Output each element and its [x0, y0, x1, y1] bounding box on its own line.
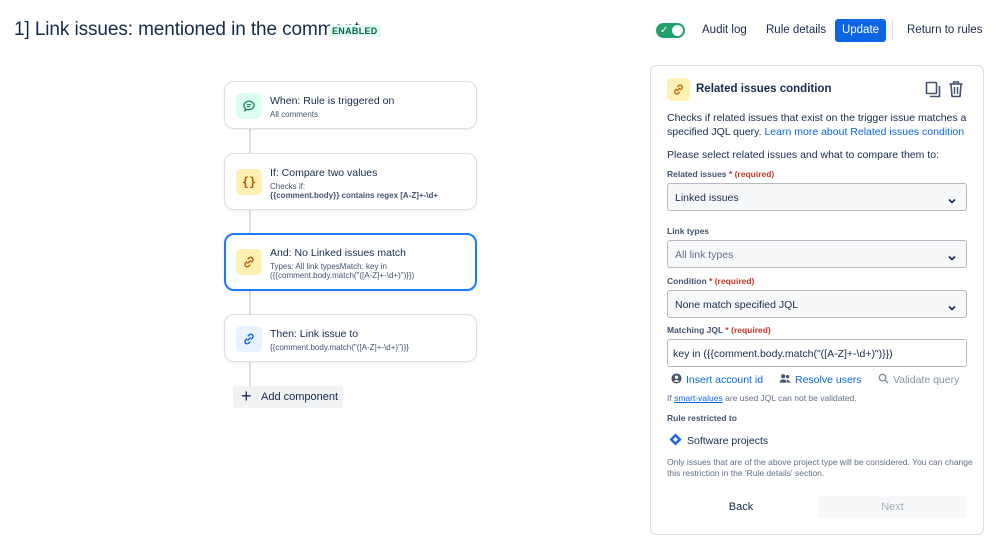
- page-title: 1] Link issues: mentioned in the comment: [14, 19, 360, 40]
- smart-values-note: If smart-values are used JQL can not be …: [667, 393, 857, 403]
- related-issues-label-text: Related issues: [667, 169, 727, 179]
- matching-jql-label-text: Matching JQL: [667, 325, 724, 335]
- action-subtitle: {{comment.body.match("([A-Z]+-\d+)")}}: [270, 343, 409, 352]
- and-condition-card[interactable]: And: No Linked issues match Types: All l…: [224, 233, 477, 291]
- smart-values-link[interactable]: smart-values: [674, 393, 723, 403]
- link-icon: [236, 249, 262, 275]
- comment-icon: [236, 93, 262, 119]
- related-issues-label: Related issues * (required): [667, 169, 774, 179]
- insert-account-id-label: Insert account id: [686, 374, 764, 386]
- link-icon: [236, 326, 262, 352]
- trigger-subtitle: All comments: [270, 110, 319, 119]
- required-text: (required): [714, 276, 755, 286]
- restriction-note: Only issues that are of the above projec…: [667, 457, 973, 478]
- user-icon: [671, 373, 682, 387]
- trigger-card[interactable]: When: Rule is triggered on All comments: [224, 81, 477, 129]
- chevron-down-icon: [947, 250, 957, 268]
- chevron-down-icon: [947, 193, 957, 211]
- project-type: Software projects: [669, 433, 768, 449]
- trash-icon[interactable]: [948, 80, 964, 103]
- search-icon: [878, 373, 889, 387]
- resolve-users-button[interactable]: Resolve users: [779, 373, 862, 387]
- condition-card[interactable]: {} If: Compare two values Checks if: {{c…: [224, 153, 477, 210]
- panel-description: Checks if related issues that exist on t…: [667, 111, 973, 139]
- panel-title: Related issues condition: [696, 83, 832, 95]
- link-types-label: Link types: [667, 226, 710, 236]
- resolve-users-label: Resolve users: [795, 374, 862, 386]
- validate-query-button[interactable]: Validate query: [878, 373, 959, 387]
- and-condition-subtitle-line2: ({{comment.body.match("([A-Z]+-\d+)")}}): [270, 271, 415, 280]
- link-icon: [667, 78, 690, 101]
- required-mark: *: [728, 169, 733, 179]
- validate-query-label: Validate query: [893, 374, 960, 386]
- header-divider: [892, 20, 893, 41]
- required-text: (required): [734, 169, 775, 179]
- note-suffix: are used JQL can not be validated.: [722, 393, 857, 403]
- condition-label-text: Condition: [667, 276, 707, 286]
- software-project-icon: [669, 433, 682, 449]
- rule-details-button[interactable]: Rule details: [758, 19, 834, 42]
- chevron-down-icon: [947, 300, 957, 318]
- project-type-label: Software projects: [687, 435, 769, 447]
- add-component-button[interactable]: + Add component: [233, 386, 343, 408]
- matching-jql-value: key in ({{comment.body.match("([A-Z]+-\d…: [673, 348, 893, 360]
- learn-more-link[interactable]: Learn more about Related issues conditio…: [764, 126, 964, 138]
- audit-log-button[interactable]: Audit log: [694, 19, 755, 42]
- matching-jql-input[interactable]: key in ({{comment.body.match("([A-Z]+-\d…: [667, 339, 967, 367]
- plus-icon: +: [241, 386, 252, 406]
- and-condition-title: And: No Linked issues match: [270, 247, 406, 259]
- condition-label: Condition * (required): [667, 276, 754, 286]
- condition-subtitle-expression: {{comment.body}} contains regex [A-Z]+-\…: [270, 191, 439, 200]
- insert-account-id-button[interactable]: Insert account id: [671, 373, 763, 387]
- copy-icon[interactable]: [925, 81, 941, 103]
- return-to-rules-button[interactable]: Return to rules: [899, 19, 990, 42]
- status-badge: ENABLED: [329, 25, 381, 37]
- action-title: Then: Link issue to: [270, 328, 359, 340]
- config-panel: Related issues condition Checks if relat…: [650, 65, 984, 535]
- rule-enabled-toggle[interactable]: ✓: [656, 23, 685, 38]
- required-mark: *: [725, 325, 729, 335]
- link-types-select[interactable]: All link types: [667, 240, 967, 268]
- next-button[interactable]: Next: [818, 496, 967, 518]
- action-card[interactable]: Then: Link issue to {{comment.body.match…: [224, 314, 477, 362]
- related-issues-select[interactable]: Linked issues: [667, 183, 967, 211]
- panel-prompt: Please select related issues and what to…: [667, 149, 939, 161]
- back-button[interactable]: Back: [719, 496, 763, 518]
- braces-icon: {}: [236, 169, 262, 195]
- update-button[interactable]: Update: [835, 19, 886, 42]
- link-types-placeholder: All link types: [675, 249, 734, 261]
- rule-restricted-label: Rule restricted to: [667, 413, 737, 423]
- toggle-knob: [672, 25, 683, 36]
- add-component-label: Add component: [261, 391, 339, 403]
- condition-select[interactable]: None match specified JQL: [667, 290, 967, 318]
- required-mark: *: [709, 276, 713, 286]
- related-issues-value: Linked issues: [675, 192, 739, 204]
- people-icon: [779, 373, 791, 387]
- required-text: (required): [731, 325, 771, 335]
- condition-value: None match specified JQL: [675, 299, 799, 311]
- check-icon: ✓: [660, 25, 669, 36]
- trigger-title: When: Rule is triggered on: [270, 95, 395, 107]
- condition-title: If: Compare two values: [270, 167, 378, 179]
- header: 1] Link issues: mentioned in the comment…: [0, 0, 999, 62]
- matching-jql-label: Matching JQL * (required): [667, 325, 771, 335]
